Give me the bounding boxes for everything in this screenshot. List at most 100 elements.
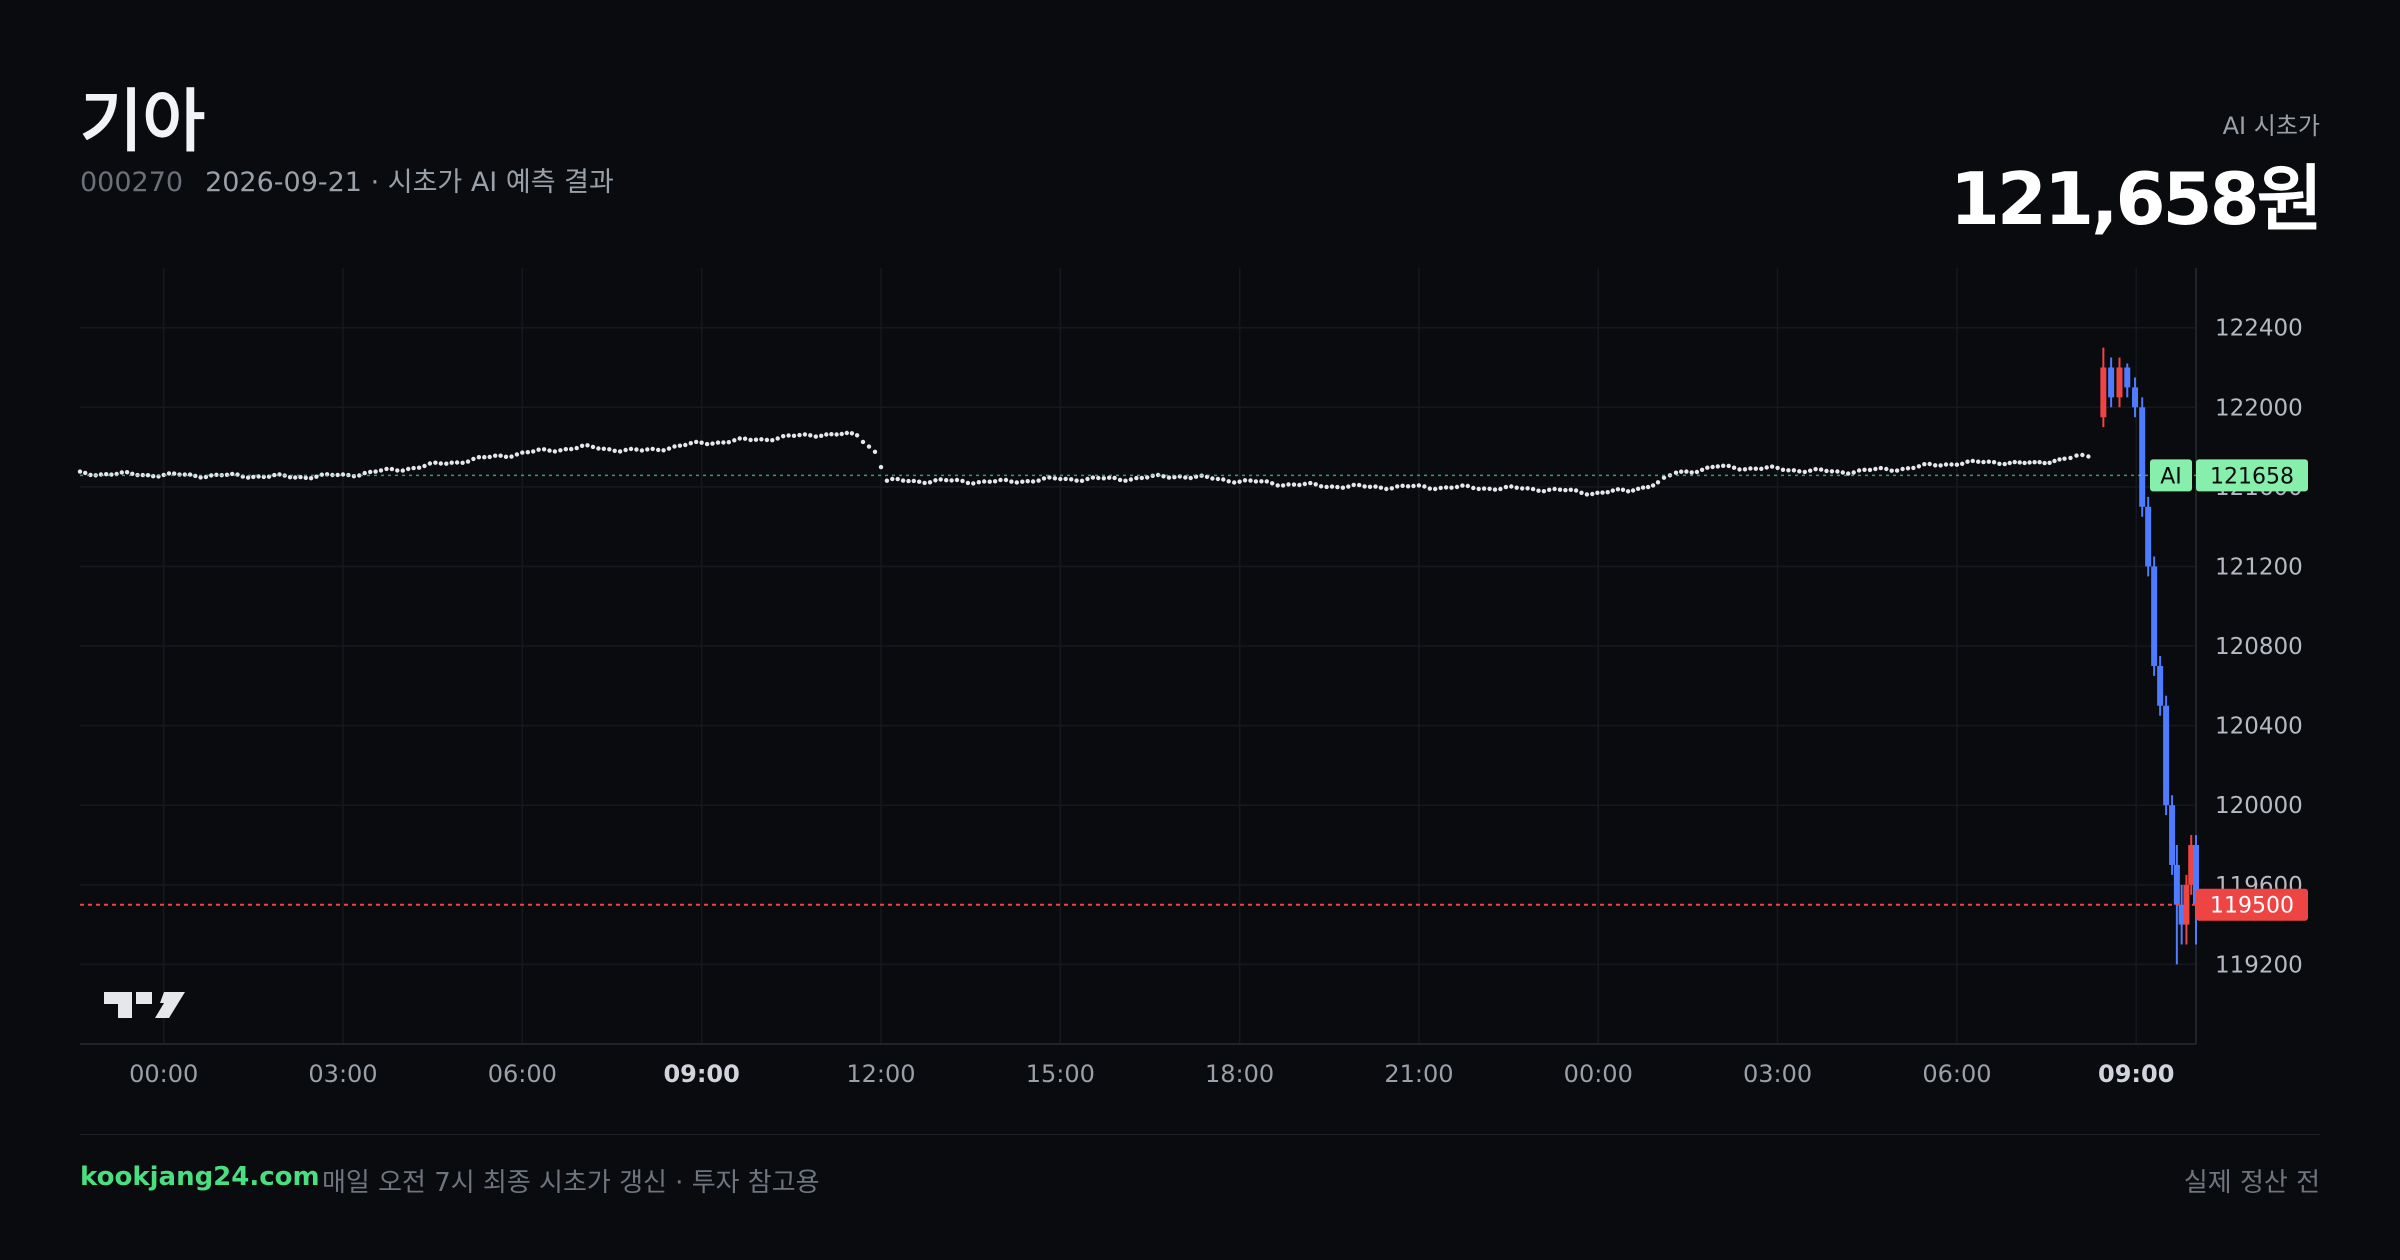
prediction-point	[1074, 478, 1079, 483]
prediction-point	[710, 441, 715, 446]
prediction-point	[1509, 484, 1514, 489]
prediction-point	[753, 437, 759, 442]
current-price-tag-value: 119500	[2210, 894, 2294, 919]
prediction-point	[813, 434, 818, 439]
y-tick-label: 120000	[2215, 793, 2303, 819]
candle-body	[2169, 805, 2176, 865]
prediction-point	[1620, 487, 1626, 492]
prediction-point	[704, 441, 710, 447]
prediction-point	[849, 431, 855, 436]
x-tick-label: 15:00	[1026, 1060, 1095, 1088]
prediction-point	[1694, 469, 1700, 475]
prediction-point	[1253, 479, 1259, 484]
prediction-point	[1503, 484, 1509, 490]
candle-body	[2124, 367, 2131, 388]
prediction-point	[759, 437, 764, 442]
prediction-point	[1003, 477, 1009, 483]
prediction-point	[482, 455, 487, 460]
prediction-point	[1547, 487, 1552, 492]
prediction-point	[1449, 485, 1454, 490]
prediction-point	[890, 476, 895, 482]
prediction-point	[1384, 486, 1389, 492]
prediction-point	[1721, 463, 1726, 468]
prediction-point	[1460, 483, 1465, 488]
prediction-point	[976, 480, 981, 485]
prediction-point	[498, 453, 503, 458]
prediction-point	[1378, 485, 1384, 490]
prediction-point	[878, 464, 884, 470]
prediction-point	[1221, 477, 1226, 482]
prediction-point	[1520, 486, 1525, 491]
tradingview-logo-icon	[104, 992, 185, 1018]
prediction-point	[906, 478, 911, 484]
prediction-point	[617, 449, 623, 454]
prediction-point	[1780, 467, 1786, 472]
prediction-point	[558, 448, 563, 453]
prediction-point	[1911, 465, 1916, 471]
x-tick-label: 09:00	[2098, 1060, 2174, 1088]
prediction-point	[460, 460, 465, 465]
prediction-point	[819, 433, 824, 438]
prediction-point	[623, 447, 628, 453]
prediction-point	[1498, 486, 1503, 492]
prediction-point	[1818, 467, 1824, 472]
prediction-point	[1248, 478, 1253, 483]
prediction-point	[1884, 466, 1889, 472]
prediction-point	[1933, 463, 1938, 468]
prediction-point	[444, 461, 449, 466]
prediction-point	[1786, 468, 1791, 473]
prediction-point	[563, 447, 568, 452]
site-link[interactable]: kookjang24.com	[80, 1162, 320, 1192]
prediction-point	[1965, 459, 1970, 464]
candle-body	[2145, 506, 2152, 567]
prediction-point	[1481, 486, 1487, 491]
prediction-point	[585, 443, 590, 448]
prediction-point	[1673, 470, 1679, 475]
prediction-point	[1232, 480, 1237, 485]
candle-body	[2100, 367, 2107, 418]
prediction-point	[471, 456, 476, 462]
price-chart: 00:00 03:00 06:00 09:00 12:00 15:00 18:00 21:00…	[77, 268, 2308, 1088]
candle-body	[2157, 665, 2164, 706]
prediction-point	[770, 438, 775, 443]
prediction-point	[748, 437, 753, 443]
prediction-point	[547, 448, 552, 453]
prediction-point	[1215, 476, 1221, 482]
prediction-point	[1351, 482, 1356, 488]
prediction-point	[569, 446, 574, 452]
prediction-point	[1030, 479, 1036, 484]
prediction-point	[786, 433, 791, 438]
prediction-point	[987, 479, 992, 484]
prediction-point	[2032, 460, 2037, 465]
prediction-point	[503, 454, 509, 459]
prediction-point	[1573, 488, 1579, 493]
prediction-point	[1297, 482, 1302, 488]
prediction-point	[960, 478, 965, 484]
prediction-point	[1313, 482, 1318, 487]
prediction-point	[1595, 490, 1600, 495]
prediction-point	[308, 476, 314, 481]
prediction-point	[683, 442, 688, 448]
prediction-point	[982, 479, 987, 484]
prediction-point	[1389, 486, 1395, 491]
prediction-point	[1764, 465, 1769, 470]
prediction-point	[927, 480, 933, 485]
prediction-point	[1395, 484, 1400, 489]
prediction-point	[77, 469, 83, 474]
footer-divider	[80, 1134, 2320, 1135]
prediction-point	[1405, 484, 1411, 489]
ai-line-badge-label: AI	[2160, 464, 2182, 489]
prediction-point	[612, 448, 617, 453]
prediction-point	[1590, 491, 1595, 497]
prediction-point	[797, 432, 802, 438]
prediction-point	[2037, 460, 2042, 465]
prediction-point	[1275, 483, 1280, 488]
prediction-point	[1416, 483, 1422, 488]
prediction-point	[1291, 482, 1297, 487]
prediction-point	[1433, 486, 1438, 492]
prediction-point	[1541, 489, 1547, 494]
footer-tagline: 매일 오전 7시 최종 시초가 갱신 · 투자 참고용	[322, 1168, 820, 1198]
prediction-point	[1302, 481, 1308, 487]
prediction-point	[732, 438, 737, 443]
prediction-point	[509, 454, 514, 459]
